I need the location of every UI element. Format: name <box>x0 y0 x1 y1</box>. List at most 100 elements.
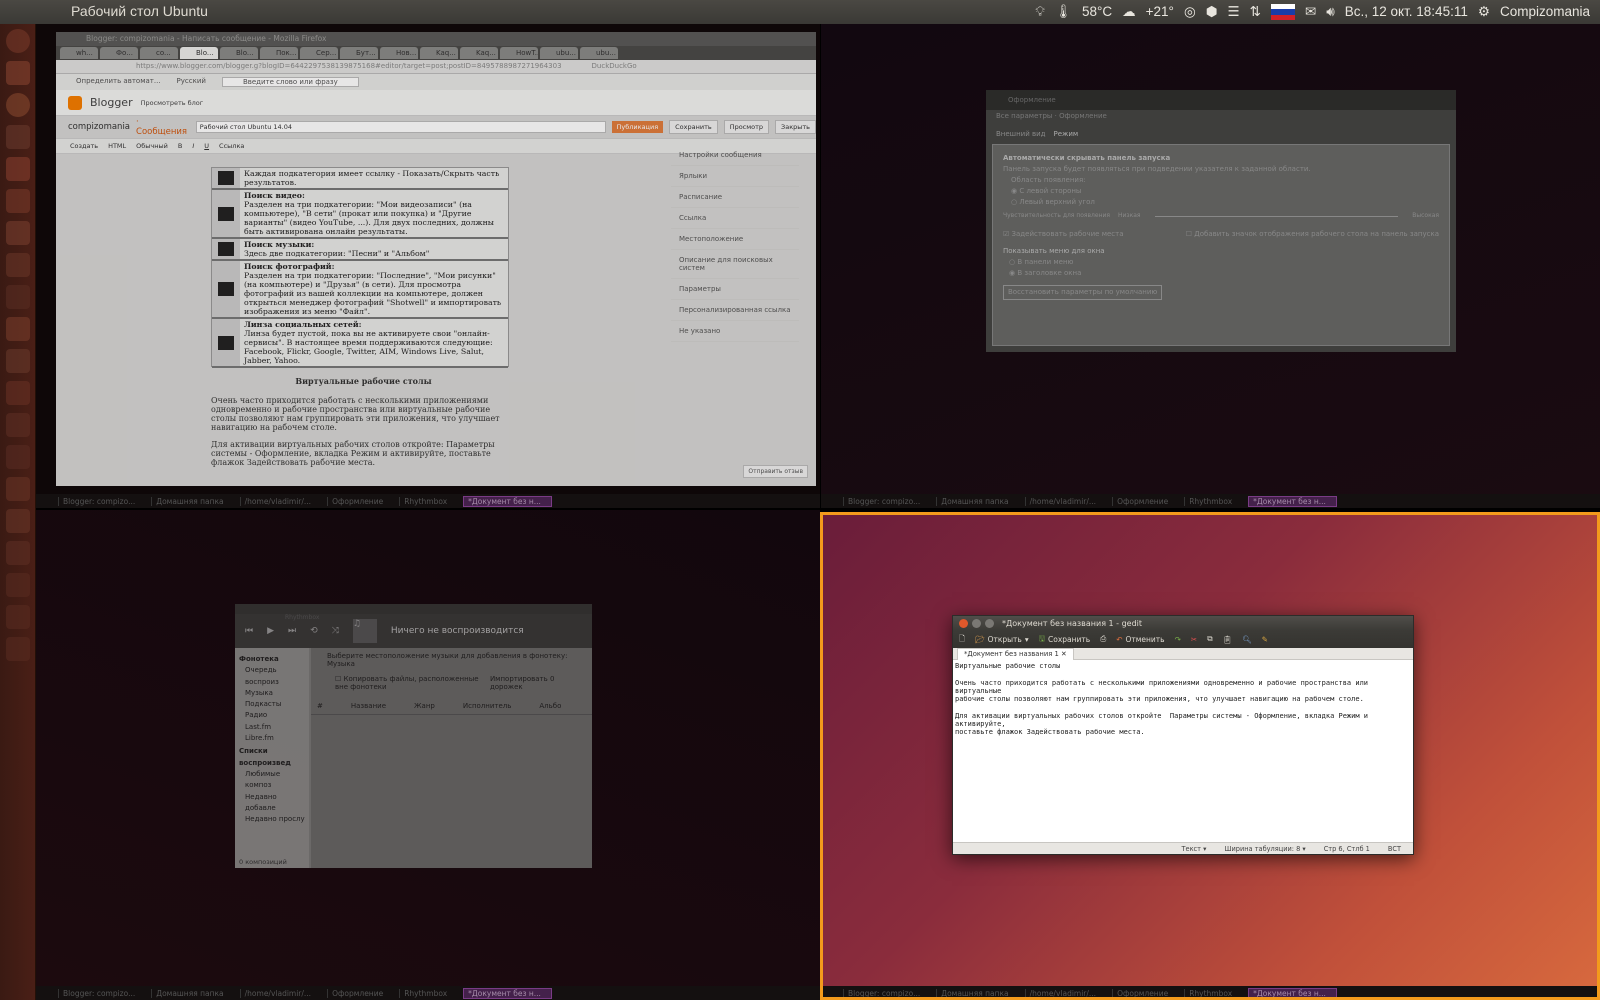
sidebar-item[interactable]: Недавно прослу <box>239 814 305 825</box>
thermometer-icon[interactable]: 🌡︎ <box>1055 0 1072 24</box>
settings-item[interactable]: Персонализированная ссылка <box>671 300 799 321</box>
taskbar-item[interactable]: /home/vladimir/... <box>239 988 321 998</box>
import-button[interactable]: Импортировать 0 дорожек <box>490 675 568 691</box>
column-header[interactable]: Исполнитель <box>463 702 512 710</box>
settings-item[interactable]: Настройки сообщения <box>671 145 799 166</box>
settings-item[interactable]: Расписание <box>671 187 799 208</box>
taskbar-item[interactable]: Домашняя папка <box>936 496 1018 506</box>
browser-tab[interactable]: Бут... <box>340 47 378 59</box>
taskbar-item[interactable]: /home/vladimir/... <box>1024 988 1106 998</box>
column-header[interactable]: Жанр <box>414 702 435 710</box>
volume-drive-icon[interactable] <box>6 605 30 629</box>
save-button[interactable]: 🖫 Сохранить <box>1039 633 1091 646</box>
translate-to-select[interactable]: Русский <box>177 77 206 87</box>
import-location-select[interactable]: Музыка <box>327 660 355 668</box>
search-icon[interactable]: 🔍︎ <box>1242 635 1252 644</box>
weather-icon[interactable]: ☁ <box>1122 0 1136 24</box>
taskbar-item[interactable]: *Документ без н... <box>463 495 552 507</box>
disk-icon[interactable] <box>6 445 30 469</box>
post-title-input[interactable]: Рабочий стол Ubuntu 14.04 <box>195 121 606 133</box>
sidebar-item[interactable]: Недавно добавле <box>239 792 305 815</box>
italic-icon[interactable]: I <box>192 142 194 150</box>
tab-close-icon[interactable]: ✕ <box>1061 650 1067 658</box>
compose-mode-button[interactable]: Создать <box>70 142 98 150</box>
dash-home-icon[interactable] <box>6 29 30 53</box>
taskbar-item[interactable]: Домашняя папка <box>936 988 1018 998</box>
taskbar-item[interactable]: /home/vladimir/... <box>1024 496 1106 506</box>
column-header[interactable]: # <box>317 702 323 710</box>
image-editor-icon[interactable] <box>6 221 30 245</box>
close-icon[interactable] <box>959 618 968 628</box>
taskbar-item[interactable]: Rhythmbox <box>399 496 457 506</box>
replace-icon[interactable]: ✎ <box>1262 635 1268 644</box>
sensitivity-slider[interactable] <box>1154 210 1399 217</box>
taskbar-item[interactable]: *Документ без н... <box>463 987 552 999</box>
keyboard-layout-flag-icon[interactable] <box>1270 4 1295 20</box>
workspace-switcher-icon[interactable] <box>6 125 30 149</box>
open-button[interactable]: 📂︎ Открыть ▾ <box>975 635 1029 644</box>
copy-icon[interactable]: ⧉ <box>1207 634 1212 644</box>
syntax-mode-select[interactable]: Текст ▾ <box>1181 845 1206 853</box>
taskbar-item[interactable]: Оформление <box>1112 496 1178 506</box>
next-icon[interactable]: ⏭ <box>288 626 296 636</box>
browser-tab[interactable]: Blo... <box>220 47 258 59</box>
drive-icon[interactable] <box>6 541 30 565</box>
office-writer-icon[interactable] <box>6 253 30 277</box>
clock-label[interactable]: Вс., 12 окт. 18:45:11 <box>1345 0 1468 24</box>
taskbar-item[interactable]: *Документ без н... <box>1248 495 1337 507</box>
shuffle-icon[interactable]: ⤨ <box>332 626 339 636</box>
rhythmbox-window[interactable]: Rhythmbox ⏮ ▶ ⏭ ⟲ ⤨ ♫ Ничего не воспроиз… <box>235 604 592 868</box>
taskbar-item[interactable]: Домашняя папка <box>151 496 233 506</box>
sidebar-item[interactable]: Очередь воспроиз <box>239 665 305 688</box>
workspace-2[interactable]: Оформление Все параметры · Оформление Вн… <box>821 24 1600 508</box>
sidebar-item[interactable]: Подкасты <box>239 699 305 710</box>
list-menu-icon[interactable]: ☰ <box>1228 0 1240 24</box>
browser-tab[interactable]: Сер... <box>300 47 338 59</box>
files-icon[interactable] <box>6 61 30 85</box>
taskbar-item[interactable]: /home/vladimir/... <box>239 496 321 506</box>
paste-icon[interactable]: 📋︎ <box>1223 635 1233 644</box>
browser-tab[interactable]: wh... <box>60 47 98 59</box>
software-center-icon[interactable] <box>6 157 30 181</box>
feedback-button[interactable]: Отправить отзыв <box>743 465 808 478</box>
settings-item[interactable]: Параметры <box>671 279 799 300</box>
photo-icon[interactable] <box>6 509 30 533</box>
terminal-icon[interactable] <box>6 285 30 309</box>
browser-tab[interactable]: co... <box>140 47 178 59</box>
settings-icon[interactable] <box>6 317 30 341</box>
browser-tab[interactable]: Фо... <box>100 47 138 59</box>
workspace-3[interactable]: Rhythmbox ⏮ ▶ ⏭ ⟲ ⤨ ♫ Ничего не воспроиз… <box>36 510 820 1000</box>
sidebar-item[interactable]: Музыка <box>239 688 305 699</box>
translate-from-select[interactable]: Определить автомат... <box>76 77 161 87</box>
session-label[interactable]: Compizomania <box>1500 0 1590 24</box>
browser-tab[interactable]: Пок... <box>260 47 298 59</box>
settings-item[interactable]: Не указано <box>671 321 799 342</box>
browser-tab[interactable]: Нов... <box>380 47 418 59</box>
taskbar-item[interactable]: Оформление <box>1112 988 1178 998</box>
preview-button[interactable]: Просмотр <box>723 120 770 134</box>
save-button[interactable]: Сохранить <box>669 120 718 134</box>
sidebar-item[interactable]: Libre.fm <box>239 733 305 744</box>
link-button[interactable]: Ссылка <box>219 142 244 150</box>
taskbar-item[interactable]: *Документ без н... <box>1248 987 1337 999</box>
temperature-label[interactable]: 58°C <box>1082 0 1112 24</box>
print-icon[interactable]: ⎙ <box>1100 634 1106 644</box>
sidebar-item[interactable]: Last.fm <box>239 722 305 733</box>
settings-item[interactable]: Ярлыки <box>671 166 799 187</box>
camera-icon[interactable] <box>6 477 30 501</box>
sidebar-item[interactable]: Любимые композ <box>239 769 305 792</box>
settings-item[interactable]: Описание для поисковых систем <box>671 250 799 279</box>
tab-look[interactable]: Внешний вид <box>996 130 1046 138</box>
tab-mode[interactable]: Режим <box>1054 130 1079 138</box>
taskbar-item[interactable]: Blogger: compizo... <box>843 496 930 506</box>
redo-icon[interactable]: ↷ <box>1175 635 1181 644</box>
play-icon[interactable]: ▶ <box>267 626 274 636</box>
enable-workspaces-checkbox[interactable]: ☑ Задействовать рабочие места <box>1003 229 1124 240</box>
gear-icon[interactable]: ⚙ <box>1478 0 1490 24</box>
translate-input[interactable]: Введите слово или фразу <box>221 77 359 87</box>
sidebar-item[interactable]: Радио <box>239 710 305 721</box>
dropbox-icon[interactable]: ⬢ <box>1206 0 1218 24</box>
previous-icon[interactable]: ⏮ <box>245 626 253 636</box>
column-header[interactable]: Альбо <box>539 702 561 710</box>
undo-button[interactable]: ↶ Отменить <box>1116 635 1164 644</box>
